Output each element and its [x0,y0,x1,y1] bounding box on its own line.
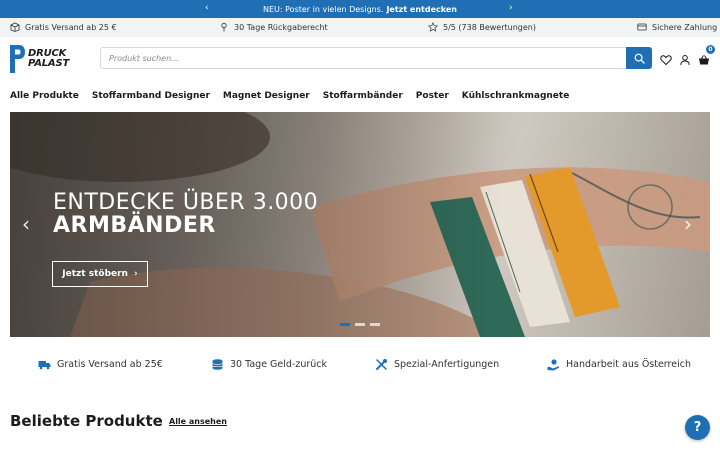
heart-icon [660,55,672,66]
truck-icon [38,361,51,370]
hero-dot-1[interactable] [340,323,350,326]
hero-dot-3[interactable] [370,323,380,326]
usp-rating: 5/5 (738 Bewertungen) [428,22,536,32]
cart-count-badge: 0 [706,45,715,54]
hero-pagination [340,323,380,326]
feature-money-back: 30 Tage Geld-zurück [211,358,327,371]
logo[interactable]: DRUCK PALAST [10,45,82,73]
nav-item-wristband-designer[interactable]: Stoffarmband Designer [92,91,210,101]
feature-custom-text: Spezial-Anfertigungen [394,359,500,370]
announcement-text: NEU: Poster in vielen Designs. [263,4,384,14]
feature-money-back-text: 30 Tage Geld-zurück [230,359,328,370]
feature-handmade-text: Handarbeit aus Österreich [566,359,691,370]
feature-shipping: Gratis Versand ab 25€ [38,358,163,371]
feature-custom: Spezial-Anfertigungen [375,358,499,371]
star-icon [428,22,438,32]
basket-icon [699,55,709,65]
box-icon [10,22,20,32]
section-title: Beliebte Produkte [10,412,163,430]
usp-bar: Gratis Versand ab 25 € 30 Tage Rückgaber… [0,18,720,37]
hero-cta-button[interactable]: Jetzt stöbern › [52,261,148,287]
nav-item-fridge-magnets[interactable]: Kühlschrankmagnete [462,91,570,101]
tools-icon [376,359,387,370]
hero-slider: ENTDECKE ÜBER 3.000 ARMBÄNDER Jetzt stöb… [10,112,710,337]
announcement-next-arrow-icon[interactable]: › [509,3,513,13]
search-button[interactable] [626,47,652,69]
pin-icon [221,22,227,32]
cart-button[interactable]: 0 [698,45,715,65]
feature-shipping-text: Gratis Versand ab 25€ [57,359,163,370]
logo-p-mark [10,45,25,73]
announcement-bar: ‹ NEU: Poster in vielen Designs. Jetzt e… [0,0,720,18]
hero-next-arrow-icon[interactable]: › [684,212,692,236]
hero-dot-2[interactable] [355,323,365,326]
announcement-prev-arrow-icon[interactable]: ‹ [205,3,209,13]
user-icon [680,55,690,66]
hand-icon [547,359,560,371]
search-icon [634,53,645,64]
search-input[interactable] [101,48,627,68]
help-button[interactable]: ? [685,415,710,440]
coins-icon [212,359,223,370]
usp-return: 30 Tage Rückgaberecht [219,22,328,32]
hero-cta-label: Jetzt stöbern [62,269,128,279]
nav-item-all-products[interactable]: Alle Produkte [10,91,79,101]
usp-payment-text: Sichere Zahlung [652,22,718,32]
usp-payment: Sichere Zahlung [637,22,717,32]
section-view-all-link[interactable]: Alle ansehen [169,417,227,426]
nav-item-magnet-designer[interactable]: Magnet Designer [223,91,310,101]
usp-shipping-text: Gratis Versand ab 25 € [25,22,117,32]
header-actions: 0 [660,45,715,66]
wishlist-button[interactable] [660,51,672,66]
hero-heading-line-2: ARMBÄNDER [53,213,216,238]
question-icon: ? [693,420,702,435]
logo-line-2: PALAST [28,58,70,69]
usp-return-text: 30 Tage Rückgaberecht [234,22,328,32]
feature-handmade: Handarbeit aus Österreich [547,358,691,371]
usp-shipping: Gratis Versand ab 25 € [10,22,117,32]
main-nav: Alle Produkte Stoffarmband Designer Magn… [10,91,569,101]
chevron-right-icon: › [133,269,138,279]
account-button[interactable] [679,51,691,66]
usp-rating-text: 5/5 (738 Bewertungen) [443,22,536,32]
nav-item-poster[interactable]: Poster [416,91,449,101]
nav-item-wristbands[interactable]: Stoffarmbänder [323,91,403,101]
announcement-link[interactable]: Jetzt entdecken [386,5,457,14]
hero-heading-line-1: ENTDECKE ÜBER 3.000 [53,190,319,215]
card-icon [637,23,647,31]
hero-prev-arrow-icon[interactable]: ‹ [22,212,30,236]
logo-text: DRUCK PALAST [28,49,69,69]
search-bar [100,47,652,69]
